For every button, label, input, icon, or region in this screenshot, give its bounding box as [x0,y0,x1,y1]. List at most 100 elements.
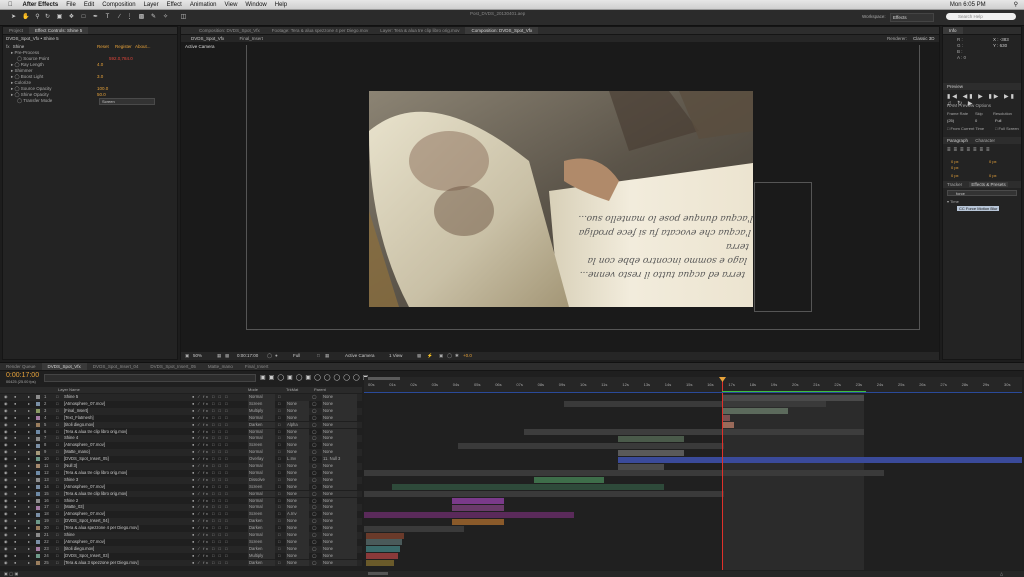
pick-whip-icon[interactable]: ◯ [312,491,316,498]
layer-switches[interactable]: ● ∕ fx □ □ □ [192,401,229,408]
preserve-transparency-icon[interactable]: □ [278,422,280,429]
track-matte-select[interactable]: None [286,463,309,470]
register-button[interactable]: Register [115,44,132,49]
layer-switches[interactable]: ● ∕ fx □ □ □ [192,429,229,436]
layer-row[interactable]: ◉ ● ▸ 21 □ Shine ● ∕ fx □ □ □ Normal □ None ◯ None [0,532,362,539]
hand-tool-icon[interactable]: ✋ [22,13,29,21]
pick-whip-icon[interactable]: ◯ [312,442,316,449]
blend-mode-select[interactable]: Screen [248,511,275,519]
label-color-swatch[interactable] [36,547,40,552]
preserve-transparency-icon[interactable]: □ [278,532,280,539]
menu-effect[interactable]: Effect [167,2,182,8]
layer-switches[interactable]: ● ∕ fx □ □ □ [192,484,229,491]
layer-row[interactable]: ◉ ● ▸ 24 □ [DVDS_Spot_Insert_03] ● ∕ fx □ □ □ M… [0,552,362,560]
menu-file[interactable]: File [66,2,76,8]
expand-triangle-icon[interactable]: ▸ [28,553,30,560]
layer-name[interactable]: [Text_Flatmesh] [64,415,94,422]
pick-whip-icon[interactable]: ◯ [312,560,316,567]
parent-select[interactable]: None [322,469,357,477]
apple-icon[interactable]:  [8,2,13,8]
view-camera-select[interactable]: Active Camera [345,352,375,360]
track-matte-select[interactable]: None [286,476,309,484]
layer-duration-bar[interactable] [722,422,734,429]
resolution-select-preview[interactable]: Full [995,118,1001,123]
timeline-icon[interactable]: ▣ [439,352,443,360]
source-opacity-value[interactable]: 100.0 [97,86,108,91]
track-area[interactable] [364,394,1022,570]
tab-effect-controls[interactable]: Effect Controls: Shine 5 [29,27,89,34]
audio-icon[interactable]: ● [14,511,16,518]
audio-icon[interactable]: ● [14,456,16,463]
label-color-swatch[interactable] [36,526,40,531]
track-matte-select[interactable]: None [286,435,309,443]
pick-whip-icon[interactable]: ◯ [312,546,316,553]
parent-select[interactable]: None [322,435,357,443]
parent-select[interactable]: None [322,525,357,532]
audio-icon[interactable]: ● [14,491,16,498]
layer-row[interactable]: ◉ ● ▸ 7 □ Shine 4 ● ∕ fx □ □ □ Normal □ None ◯ None [0,435,362,443]
layer-switches[interactable]: ● ∕ fx □ □ □ [192,435,229,442]
exposure-value[interactable]: +0.0 [463,352,472,360]
visibility-eye-icon[interactable]: ◉ [4,456,8,463]
tab-info[interactable]: Info [943,27,963,34]
visibility-eye-icon[interactable]: ◉ [4,449,8,456]
expand-triangle-icon[interactable]: ▸ [28,532,30,539]
layer-row[interactable]: ◉ ● ▸ 5 □ [titoli diego.mov] ● ∕ fx □ □ □ Darke… [0,421,362,429]
layer-row[interactable]: ◉ ● ▸ 18 □ [Atmosphere_07.mov] ● ∕ fx □ □ □ Scr… [0,511,362,519]
track-matte-select[interactable]: None [286,449,309,456]
pick-whip-icon[interactable]: ◯ [312,532,316,539]
audio-icon[interactable]: ● [14,429,16,436]
toggle-pixel-icon[interactable]: ▩ [417,352,421,360]
visibility-eye-icon[interactable]: ◉ [4,408,8,415]
track-matte-select[interactable]: None [286,483,309,491]
blend-mode-select[interactable]: Multiply [248,552,275,560]
tab-comp-1[interactable]: Composition: DVDS_Spot_Vfx [193,27,266,34]
zoom-in-icon[interactable]: △ [1000,571,1003,576]
audio-icon[interactable]: ● [14,498,16,505]
workspace-select[interactable]: Effects [890,13,934,22]
label-color-swatch[interactable] [36,560,40,565]
visibility-eye-icon[interactable]: ◉ [4,511,8,518]
blend-mode-select[interactable]: Normal [248,428,275,436]
audio-icon[interactable]: ● [14,525,16,532]
para-indent-right[interactable]: 0 px [989,159,997,164]
effect-item-force-motion-blur[interactable]: CC Force Motion Blur [957,206,1000,211]
layer-switches[interactable]: ● ∕ fx □ □ □ [192,491,229,498]
expand-triangle-icon[interactable]: ▸ [28,463,30,470]
blend-mode-select[interactable]: Normal [248,463,275,470]
layer-switches[interactable]: ● ∕ fx □ □ □ [192,442,229,449]
layer-name[interactable]: [Tera & alua tre clip libro orig.mov] [64,429,127,436]
boost-light-value[interactable]: 3.0 [97,74,103,79]
expand-triangle-icon[interactable]: ▸ [28,525,30,532]
renderer-value[interactable]: Classic 3D [913,36,935,41]
layer-name[interactable]: [DVDS_Spot_Insert_03] [64,553,109,560]
layer-name[interactable]: [Atmosphere_07.mov] [64,484,105,491]
visibility-eye-icon[interactable]: ◉ [4,539,8,546]
expand-triangle-icon[interactable]: ▸ [28,449,30,456]
expand-triangle-icon[interactable]: ▸ [28,511,30,518]
label-color-swatch[interactable] [36,519,40,524]
resolution-select[interactable]: Full [293,352,300,360]
label-color-swatch[interactable] [36,422,40,427]
label-color-swatch[interactable] [36,540,40,545]
layer-duration-bar[interactable] [618,435,684,442]
fast-preview-icon[interactable]: ⚡ [427,352,433,360]
effect-shine[interactable]: fx Shine [6,44,24,49]
skip-value[interactable]: 0 [975,118,977,123]
pick-whip-icon[interactable]: ◯ [312,463,316,470]
layer-name[interactable]: [Atmosphere_07.mov] [64,401,105,408]
zoom-tool-icon[interactable]: ⚲ [34,13,41,21]
layer-row[interactable]: ◉ ● ▸ 4 □ [Text_Flatmesh] ● ∕ fx □ □ □ Normal □ N… [0,414,362,422]
parent-select[interactable]: None [322,497,357,505]
layer-switches[interactable]: ● ∕ fx □ □ □ [192,518,229,525]
ray-length-value[interactable]: 4.0 [97,62,103,67]
label-color-swatch[interactable] [36,554,40,559]
audio-icon[interactable]: ● [14,518,16,525]
parent-select[interactable]: None [322,483,357,491]
app-menu[interactable]: After Effects [23,2,59,8]
tab-tracker[interactable]: Tracker [947,182,962,187]
layer-switches[interactable]: ● ∕ fx □ □ □ [192,477,229,484]
parent-select[interactable]: None [322,442,357,450]
full-screen-checkbox[interactable]: □ Full Screen [995,126,1019,131]
from-current-time-checkbox[interactable]: □ From Current Time [947,126,984,131]
